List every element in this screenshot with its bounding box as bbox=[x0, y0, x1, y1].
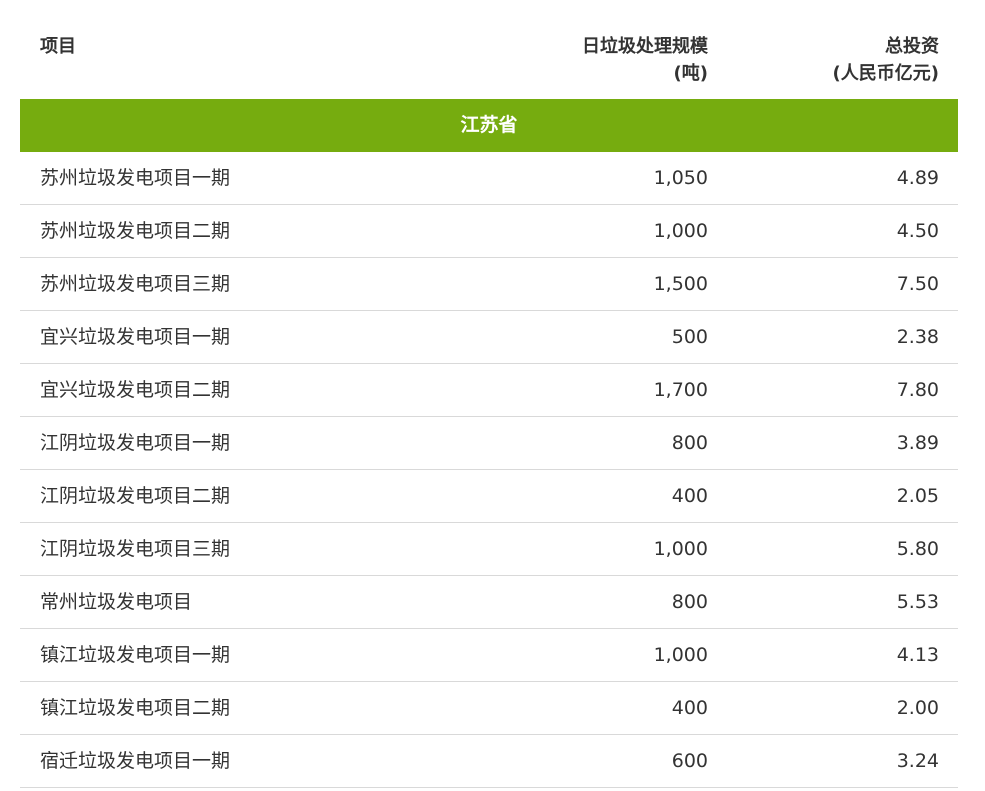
cell-daily-scale: 600 bbox=[671, 750, 708, 772]
cell-daily-scale: 800 bbox=[671, 591, 708, 613]
project-table: 项目 日垃圾处理规模 (吨) 总投资 (人民币亿元) 江苏省 苏州垃圾发电项目一… bbox=[20, 0, 958, 788]
cell-project-name: 宜兴垃圾发电项目二期 bbox=[40, 379, 231, 401]
cell-project-name: 常州垃圾发电项目 bbox=[40, 591, 193, 613]
cell-project-name: 江阴垃圾发电项目一期 bbox=[40, 432, 231, 454]
table-row: 宜兴垃圾发电项目二期 1,700 7.80 bbox=[20, 364, 958, 417]
cell-project-name: 江阴垃圾发电项目二期 bbox=[40, 485, 231, 507]
cell-total-investment: 5.80 bbox=[896, 538, 939, 560]
cell-project-name: 镇江垃圾发电项目二期 bbox=[40, 697, 231, 719]
table-row: 苏州垃圾发电项目一期 1,050 4.89 bbox=[20, 152, 958, 205]
cell-daily-scale: 1,500 bbox=[653, 273, 708, 295]
header-project: 项目 bbox=[40, 33, 76, 60]
cell-total-investment: 3.24 bbox=[896, 750, 939, 772]
table-header: 项目 日垃圾处理规模 (吨) 总投资 (人民币亿元) bbox=[20, 0, 958, 99]
cell-total-investment: 4.50 bbox=[896, 220, 939, 242]
table-row: 宿迁垃圾发电项目一期 600 3.24 bbox=[20, 735, 958, 788]
table-row: 苏州垃圾发电项目二期 1,000 4.50 bbox=[20, 205, 958, 258]
cell-project-name: 宜兴垃圾发电项目一期 bbox=[40, 326, 231, 348]
table-row: 常州垃圾发电项目 800 5.53 bbox=[20, 576, 958, 629]
cell-project-name: 苏州垃圾发电项目二期 bbox=[40, 220, 231, 242]
cell-project-name: 苏州垃圾发电项目三期 bbox=[40, 273, 231, 295]
cell-total-investment: 2.38 bbox=[896, 326, 939, 348]
table-row: 江阴垃圾发电项目二期 400 2.05 bbox=[20, 470, 958, 523]
cell-project-name: 宿迁垃圾发电项目一期 bbox=[40, 750, 231, 772]
cell-daily-scale: 1,000 bbox=[653, 644, 708, 666]
header-total-investment-label: 总投资 bbox=[885, 36, 939, 57]
cell-project-name: 镇江垃圾发电项目一期 bbox=[40, 644, 231, 666]
cell-daily-scale: 1,050 bbox=[653, 167, 708, 189]
cell-daily-scale: 1,700 bbox=[653, 379, 708, 401]
table-row: 苏州垃圾发电项目三期 1,500 7.50 bbox=[20, 258, 958, 311]
cell-daily-scale: 1,000 bbox=[653, 538, 708, 560]
table-row: 镇江垃圾发电项目二期 400 2.00 bbox=[20, 682, 958, 735]
cell-total-investment: 2.05 bbox=[896, 485, 939, 507]
header-total-investment: 总投资 (人民币亿元) bbox=[833, 33, 939, 87]
cell-total-investment: 4.13 bbox=[896, 644, 939, 666]
cell-total-investment: 4.89 bbox=[896, 167, 939, 189]
cell-daily-scale: 400 bbox=[671, 697, 708, 719]
cell-total-investment: 7.50 bbox=[896, 273, 939, 295]
cell-project-name: 苏州垃圾发电项目一期 bbox=[40, 167, 231, 189]
cell-project-name: 江阴垃圾发电项目三期 bbox=[40, 538, 231, 560]
header-daily-scale-unit: (吨) bbox=[673, 63, 708, 84]
header-daily-scale: 日垃圾处理规模 (吨) bbox=[582, 33, 708, 87]
table-row: 宜兴垃圾发电项目一期 500 2.38 bbox=[20, 311, 958, 364]
cell-total-investment: 7.80 bbox=[896, 379, 939, 401]
cell-total-investment: 5.53 bbox=[896, 591, 939, 613]
table-row: 江阴垃圾发电项目一期 800 3.89 bbox=[20, 417, 958, 470]
section-header-province: 江苏省 bbox=[20, 99, 958, 152]
cell-total-investment: 3.89 bbox=[896, 432, 939, 454]
table-body: 苏州垃圾发电项目一期 1,050 4.89 苏州垃圾发电项目二期 1,000 4.50 苏州… bbox=[20, 152, 958, 788]
cell-daily-scale: 800 bbox=[671, 432, 708, 454]
table-row: 江阴垃圾发电项目三期 1,000 5.80 bbox=[20, 523, 958, 576]
cell-daily-scale: 1,000 bbox=[653, 220, 708, 242]
header-daily-scale-label: 日垃圾处理规模 bbox=[582, 36, 708, 57]
cell-daily-scale: 500 bbox=[671, 326, 708, 348]
header-total-investment-unit: (人民币亿元) bbox=[832, 63, 939, 84]
table-row: 镇江垃圾发电项目一期 1,000 4.13 bbox=[20, 629, 958, 682]
cell-daily-scale: 400 bbox=[671, 485, 708, 507]
header-project-label: 项目 bbox=[40, 36, 76, 57]
cell-total-investment: 2.00 bbox=[896, 697, 939, 719]
